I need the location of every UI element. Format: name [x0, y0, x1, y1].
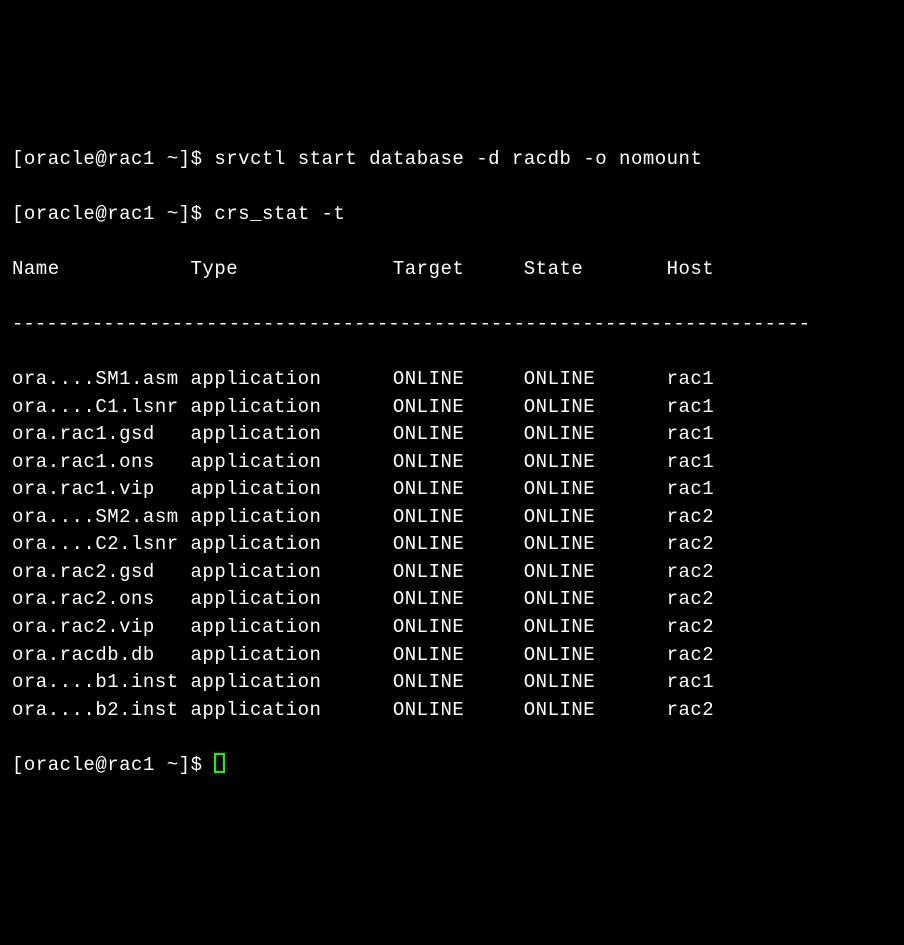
table-header-row: Name Type Target State Host: [12, 256, 892, 284]
table-divider: ----------------------------------------…: [12, 311, 892, 339]
prompt-path: ~: [167, 203, 179, 225]
prompt-symbol: $: [191, 754, 203, 776]
table-row: ora....SM2.asm application ONLINE ONLINE…: [12, 504, 892, 532]
command-text-2: crs_stat -t: [214, 203, 345, 225]
prompt-user: oracle: [24, 148, 95, 170]
table-row: ora.rac1.vip application ONLINE ONLINE r…: [12, 476, 892, 504]
prompt-host: rac1: [107, 148, 155, 170]
table-row: ora.rac1.ons application ONLINE ONLINE r…: [12, 449, 892, 477]
table-row: ora....C2.lsnr application ONLINE ONLINE…: [12, 531, 892, 559]
prompt-path: ~: [167, 148, 179, 170]
table-row: ora....b2.inst application ONLINE ONLINE…: [12, 697, 892, 725]
table-row: ora....SM1.asm application ONLINE ONLINE…: [12, 366, 892, 394]
prompt-line-idle[interactable]: [oracle@rac1 ~]$: [12, 752, 892, 780]
prompt-user: oracle: [24, 754, 95, 776]
prompt-user: oracle: [24, 203, 95, 225]
table-row: ora.rac2.ons application ONLINE ONLINE r…: [12, 586, 892, 614]
command-line-1: [oracle@rac1 ~]$ srvctl start database -…: [12, 146, 892, 174]
command-line-2: [oracle@rac1 ~]$ crs_stat -t: [12, 201, 892, 229]
prompt-symbol: $: [191, 203, 203, 225]
terminal-output: [oracle@rac1 ~]$ srvctl start database -…: [12, 118, 892, 807]
prompt-host: rac1: [107, 754, 155, 776]
table-row: ora.rac1.gsd application ONLINE ONLINE r…: [12, 421, 892, 449]
table-row: ora.rac2.gsd application ONLINE ONLINE r…: [12, 559, 892, 587]
command-text-1: srvctl start database -d racdb -o nomoun…: [214, 148, 702, 170]
prompt-host: rac1: [107, 203, 155, 225]
cursor-icon: [214, 753, 225, 773]
table-row: ora.racdb.db application ONLINE ONLINE r…: [12, 642, 892, 670]
table-row: ora....C1.lsnr application ONLINE ONLINE…: [12, 394, 892, 422]
table-row: ora.rac2.vip application ONLINE ONLINE r…: [12, 614, 892, 642]
table-body: ora....SM1.asm application ONLINE ONLINE…: [12, 366, 892, 724]
prompt-path: ~: [167, 754, 179, 776]
prompt-symbol: $: [191, 148, 203, 170]
table-row: ora....b1.inst application ONLINE ONLINE…: [12, 669, 892, 697]
